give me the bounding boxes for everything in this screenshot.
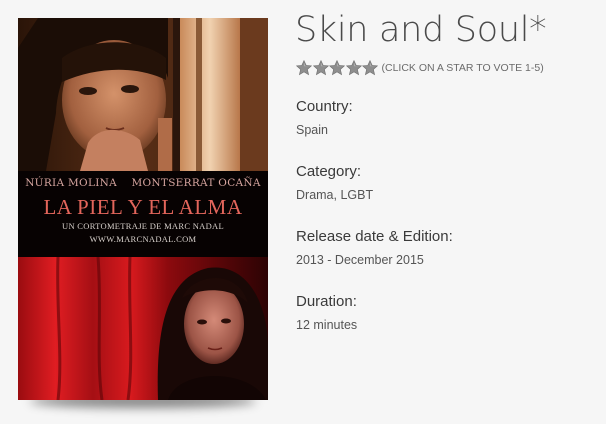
country-field: Country: Spain [296, 98, 353, 137]
country-value: Spain [296, 123, 328, 137]
release-label: Release date & Edition: [296, 228, 453, 245]
category-field: Category: Drama, LGBT [296, 163, 373, 202]
star-rating: (CLICK ON A STAR TO VOTE 1-5) [296, 60, 544, 76]
duration-field: Duration: 12 minutes [296, 293, 357, 332]
duration-label: Duration: [296, 293, 357, 310]
star-icon-5[interactable] [362, 60, 378, 76]
category-label: Category: [296, 163, 362, 180]
poster-container: NÚRIA MOLINA MONTSERRAT OCAÑA LA PIEL Y … [18, 18, 268, 408]
category-value: Drama, LGBT [296, 188, 374, 202]
star-icon-4[interactable] [345, 60, 362, 76]
poster-film-title: LA PIEL Y EL ALMA [43, 195, 243, 219]
poster-url: WWW.MARCNADAL.COM [89, 234, 197, 244]
release-field: Release date & Edition: 2013 - December … [296, 228, 453, 267]
poster-credit: UN CORTOMETRAJE DE MARC NADAL [62, 221, 224, 231]
poster-actor-1: NÚRIA MOLINA [25, 177, 118, 189]
movie-poster: NÚRIA MOLINA MONTSERRAT OCAÑA LA PIEL Y … [18, 18, 268, 400]
movie-title: Skin and Soul* [295, 10, 547, 50]
star-icon-3[interactable] [329, 60, 345, 76]
country-label: Country: [296, 98, 353, 115]
star-icon-2[interactable] [312, 60, 329, 76]
duration-value: 12 minutes [296, 318, 358, 332]
poster-actor-2: MONTSERRAT OCAÑA [131, 177, 261, 189]
vote-hint: (CLICK ON A STAR TO VOTE 1-5) [381, 62, 544, 74]
poster-title-band: NÚRIA MOLINA MONTSERRAT OCAÑA LA PIEL Y … [18, 171, 268, 257]
star-icon-1[interactable] [296, 60, 312, 76]
poster-cast: NÚRIA MOLINA MONTSERRAT OCAÑA [18, 177, 268, 189]
release-value: 2013 - December 2015 [296, 253, 424, 267]
